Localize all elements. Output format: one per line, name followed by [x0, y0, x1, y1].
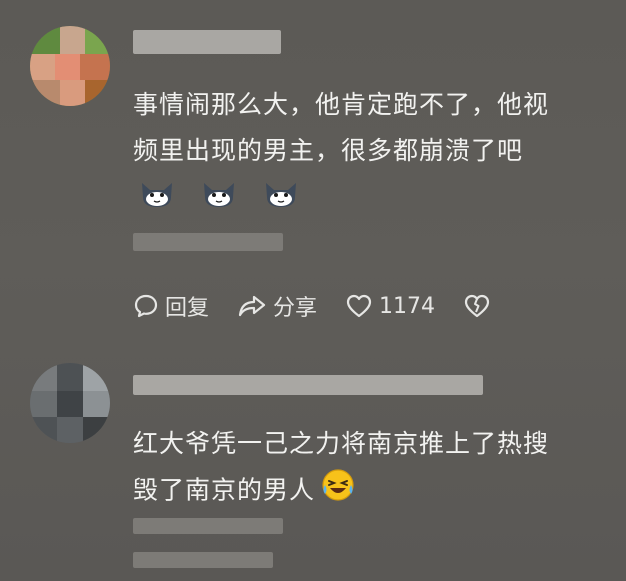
share-label: 分享: [273, 296, 318, 321]
comment-text-segment: 毁了南京的男人: [133, 475, 316, 505]
cat-face-icon: [138, 177, 176, 209]
share-button[interactable]: 分享: [237, 290, 317, 322]
like-count: 1174: [379, 293, 436, 319]
broken-heart-icon: [464, 294, 490, 318]
meta-placeholder: [133, 552, 273, 568]
share-icon: [238, 295, 266, 317]
like-button[interactable]: 1174: [345, 293, 435, 319]
cat-face-icon: [262, 177, 300, 209]
meta-placeholder: [133, 518, 283, 534]
emoji-row: [138, 177, 300, 209]
comment-list: 事情闹那么大，他肯定跑不了，他视 频里出现的男主，很多都崩溃了吧 回复 分享 1…: [0, 0, 626, 581]
reply-button[interactable]: 回复: [133, 290, 209, 322]
reply-icon: [134, 294, 158, 318]
meta-placeholder: [133, 233, 283, 251]
comment-actions: 回复 分享 1174: [133, 290, 525, 322]
laughing-crying-icon: [321, 468, 355, 515]
dislike-button[interactable]: [463, 293, 497, 319]
comment-text-line: 红大爷凭一己之力将南京推上了热搜: [133, 429, 550, 458]
reply-label: 回复: [165, 296, 210, 321]
avatar[interactable]: [30, 363, 110, 443]
avatar[interactable]: [30, 26, 110, 106]
comment-text-line: 事情闹那么大，他肯定跑不了，他视: [133, 90, 550, 119]
comment-text-line: 毁了南京的男人: [133, 468, 355, 515]
comment-text-line: 频里出现的男主，很多都崩溃了吧: [133, 136, 524, 165]
heart-icon: [346, 294, 372, 318]
username-placeholder[interactable]: [133, 30, 281, 54]
username-placeholder[interactable]: [133, 375, 483, 395]
cat-face-icon: [200, 177, 238, 209]
